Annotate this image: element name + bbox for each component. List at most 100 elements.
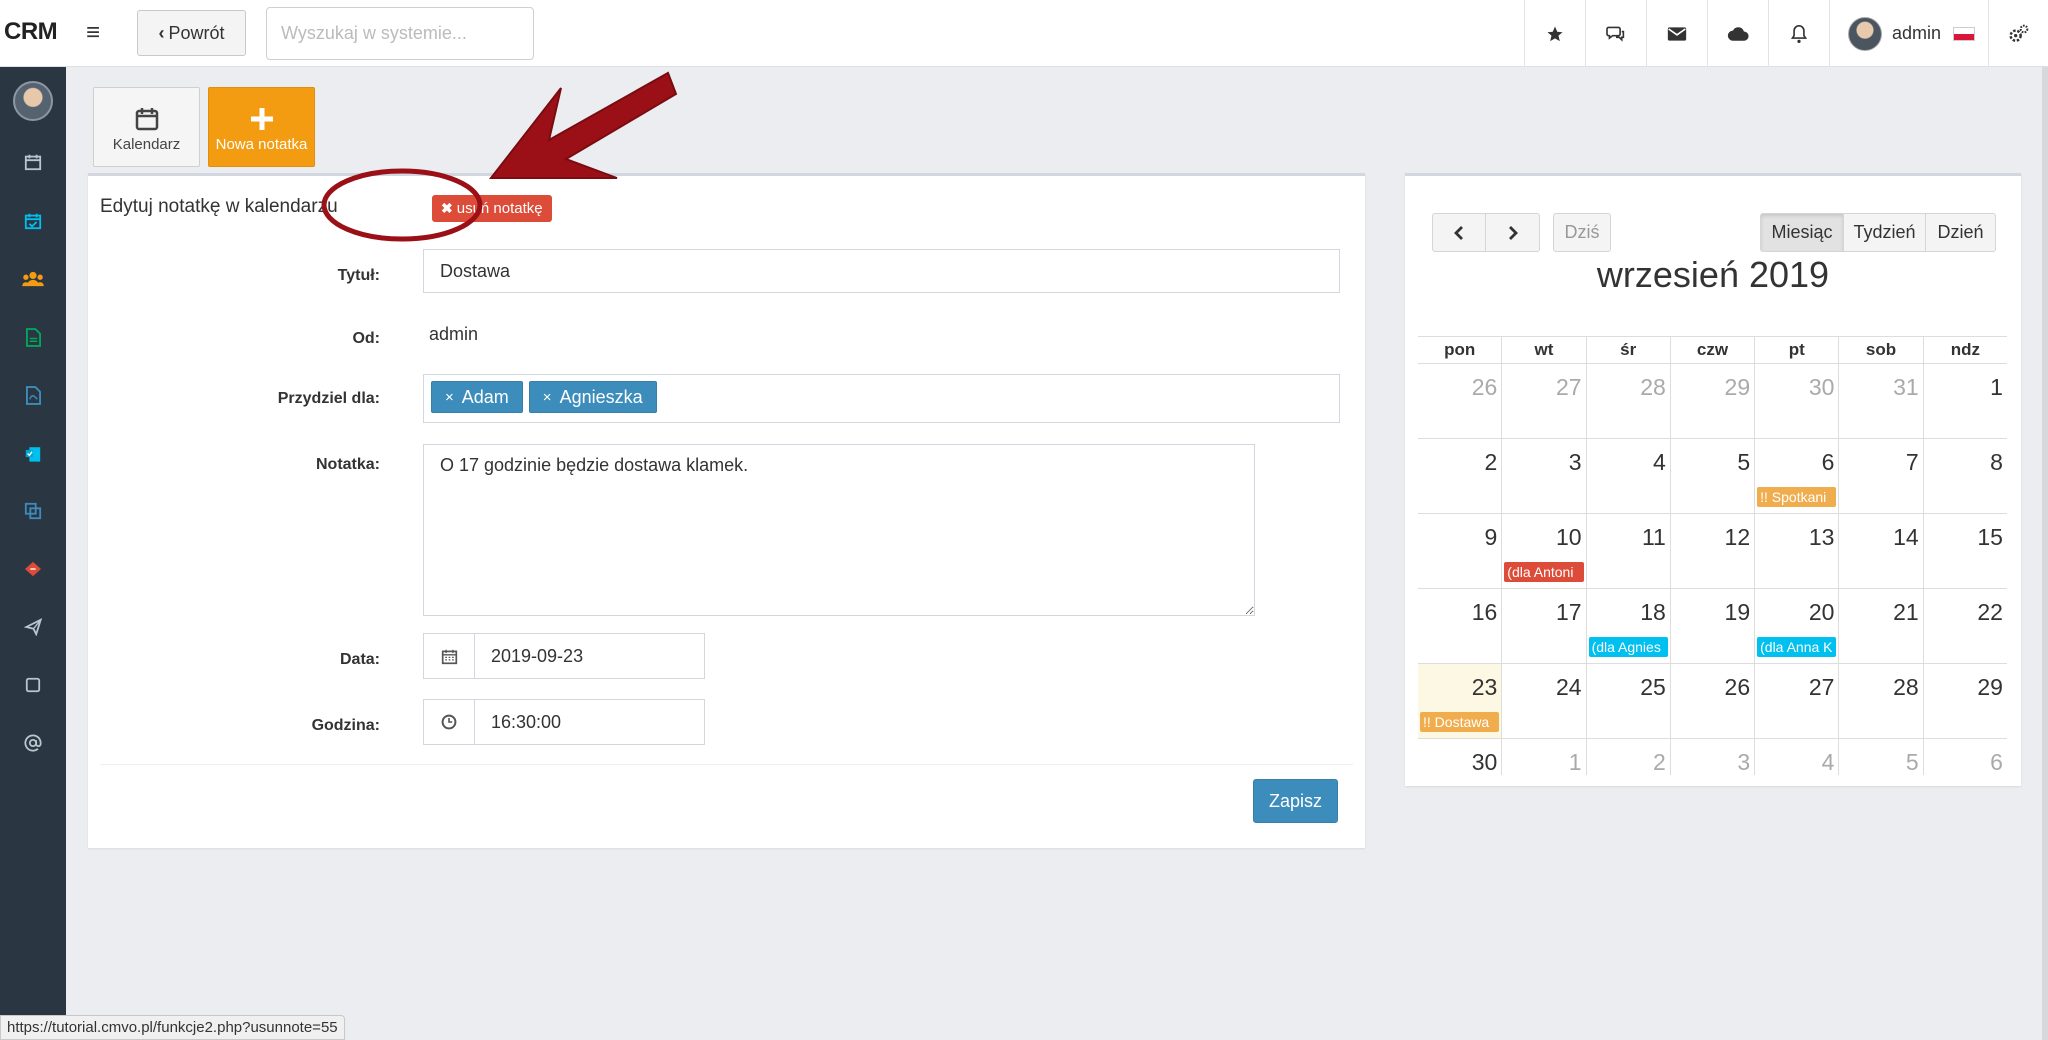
calendar-event[interactable]: (dla Agnies [1588,637,1668,657]
back-button-label: Powrót [168,22,225,43]
pdf-icon[interactable] [0,375,66,415]
calendar-day[interactable]: 29 [1669,364,1754,438]
assignee-select[interactable]: × Adam × Agnieszka [423,374,1340,423]
calendar-day[interactable]: 2 [1585,739,1670,775]
ticket-icon[interactable] [0,549,66,589]
clock-icon[interactable] [424,700,475,744]
calendar-day[interactable]: 10 (dla Antoni [1501,514,1585,588]
calendar-day[interactable]: 5 [1669,439,1754,513]
cogs-icon[interactable] [1988,0,2048,67]
star-icon[interactable] [1524,0,1585,67]
bell-icon[interactable] [1768,0,1829,67]
comments-icon[interactable] [1585,0,1646,67]
calendar-event[interactable]: !! Dostawa [1420,712,1500,732]
assignee-tag[interactable]: × Adam [431,381,523,413]
user-menu[interactable]: admin [1829,0,1988,67]
square-icon[interactable] [0,665,66,705]
note-textarea[interactable]: O 17 godzinie będzie dostawa klamek. [423,444,1255,616]
calendar-day[interactable]: 30 [1754,364,1838,438]
new-note-button[interactable]: Nowa notatka [208,87,315,167]
calendar-day[interactable]: 30 [1418,739,1501,775]
calendar-day[interactable]: 5 [1838,739,1922,775]
at-icon[interactable] [0,723,66,763]
title-input[interactable]: Dostawa [423,249,1340,293]
day-view-button[interactable]: Dzień [1926,213,1996,252]
calendar-day[interactable]: 11 [1585,514,1670,588]
users-icon[interactable] [0,259,66,299]
calendar-day[interactable]: 24 [1501,664,1585,738]
time-value[interactable]: 16:30:00 [475,700,704,744]
calendar-day[interactable]: 19 [1669,589,1754,663]
today-button[interactable]: Dziś [1553,213,1611,252]
calendar-day[interactable]: 21 [1838,589,1922,663]
date-value[interactable]: 2019-09-23 [475,634,704,678]
envelope-icon[interactable] [1646,0,1707,67]
calendar-day[interactable]: 27 [1501,364,1585,438]
calendar-icon[interactable] [424,634,475,678]
next-month-button[interactable] [1486,213,1540,252]
calendar-day[interactable]: 18 (dla Agnies [1585,589,1670,663]
assignee-tag[interactable]: × Agnieszka [528,381,657,413]
calendar-day[interactable]: 4 [1754,739,1838,775]
date-field[interactable]: 2019-09-23 [423,633,705,679]
calendar-day[interactable]: 12 [1669,514,1754,588]
day-number: 16 [1471,599,1498,625]
calendar-day[interactable]: 3 [1501,439,1585,513]
calendar-day[interactable]: 26 [1669,664,1754,738]
calendar-day[interactable]: 4 [1585,439,1670,513]
app-logo[interactable]: CRM [4,18,58,46]
calendar-event[interactable]: !! Spotkani [1757,487,1837,507]
calendar-day[interactable]: 28 [1838,664,1922,738]
day-number: 30 [1471,749,1498,775]
sidebar-avatar[interactable] [13,81,53,121]
calendar-day[interactable]: 27 [1754,664,1838,738]
prev-month-button[interactable] [1432,213,1486,252]
back-button[interactable]: ‹ Powrót [137,10,246,56]
calendar-day[interactable]: 31 [1838,364,1922,438]
calendar-day[interactable]: 29 [1922,664,2007,738]
menu-toggle-icon[interactable]: ≡ [76,16,110,50]
calendar-check-icon[interactable] [0,201,66,241]
calendar-day[interactable]: 22 [1922,589,2007,663]
calendar-day[interactable]: 16 [1418,589,1501,663]
save-button[interactable]: Zapisz [1253,779,1338,823]
calendar-day[interactable]: 3 [1669,739,1754,775]
calendar-day[interactable]: 23 !! Dostawa [1418,664,1502,738]
calendar-day[interactable]: 1 [1922,364,2007,438]
day-number: 20 [1808,599,1835,625]
calendar-tile-button[interactable]: Kalendarz [93,87,200,167]
remove-tag-icon[interactable]: × [445,389,454,406]
calendar-day[interactable]: 20 (dla Anna K [1754,589,1838,663]
calendar-day[interactable]: 28 [1585,364,1670,438]
calendar-tile-label: Kalendarz [112,135,181,153]
calendar-day[interactable]: 6 [1922,739,2007,775]
calendar-icon[interactable] [0,142,66,182]
calendar-event[interactable]: (dla Anna K [1757,637,1837,657]
remove-tag-icon[interactable]: × [543,389,552,406]
delete-note-button[interactable]: ✖ usuń notatkę [432,195,552,222]
calendar-day[interactable]: 9 [1418,514,1501,588]
clipboard-icon[interactable] [0,433,66,473]
calendar-day[interactable]: 6 !! Spotkani [1754,439,1838,513]
calendar-day[interactable]: 13 [1754,514,1838,588]
document-icon[interactable] [0,317,66,357]
calendar-day[interactable]: 17 [1501,589,1585,663]
calendar-day[interactable]: 26 [1418,364,1501,438]
calendar-day[interactable]: 25 [1585,664,1670,738]
search-input[interactable] [266,7,534,60]
cloud-icon[interactable] [1707,0,1768,67]
day-number: 4 [1821,749,1835,775]
day-number: 6 [1990,749,2003,775]
calendar-event[interactable]: (dla Antoni [1504,562,1584,582]
calendar-day[interactable]: 2 [1418,439,1501,513]
calendar-day[interactable]: 15 [1922,514,2007,588]
time-field[interactable]: 16:30:00 [423,699,705,745]
week-view-button[interactable]: Tydzień [1844,213,1926,252]
month-view-button[interactable]: Miesiąc [1760,213,1844,252]
calendar-day[interactable]: 1 [1501,739,1585,775]
copy-icon[interactable] [0,491,66,531]
calendar-day[interactable]: 8 [1922,439,2007,513]
paper-plane-icon[interactable] [0,607,66,647]
calendar-day[interactable]: 14 [1838,514,1922,588]
calendar-day[interactable]: 7 [1838,439,1922,513]
